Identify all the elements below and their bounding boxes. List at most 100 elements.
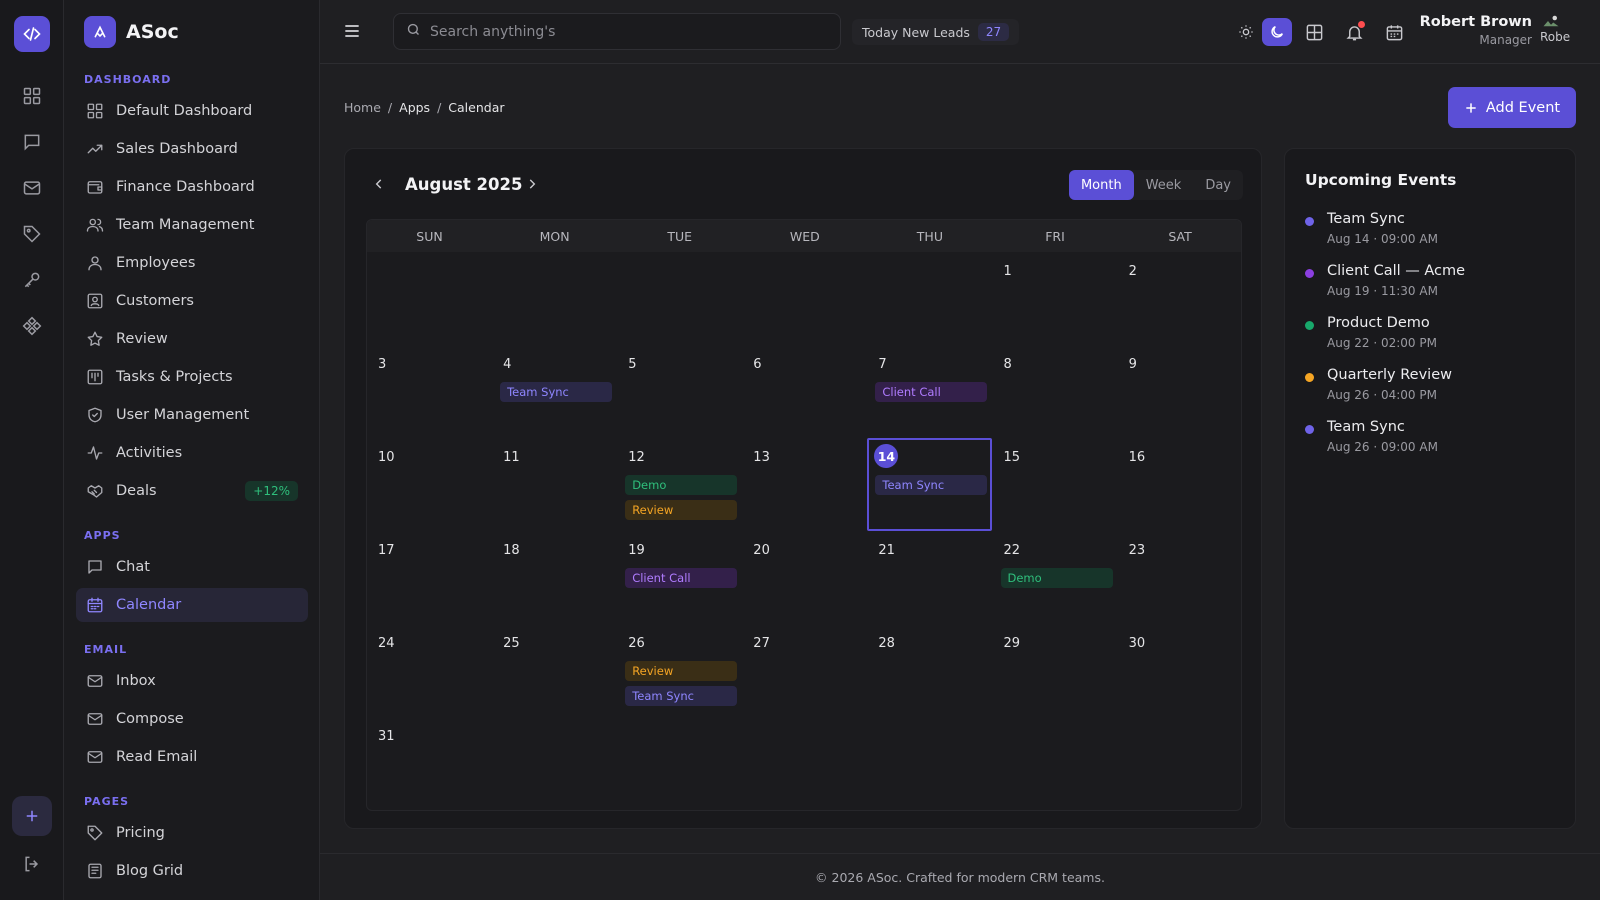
moon-icon[interactable] — [1262, 18, 1292, 46]
day-cell[interactable]: 5 — [617, 345, 742, 438]
day-cell[interactable]: 14 Team Sync — [867, 438, 993, 531]
calendar-event[interactable]: Review — [625, 661, 738, 681]
key-icon[interactable] — [20, 268, 44, 292]
chat-icon[interactable] — [20, 130, 44, 154]
upcoming-event-time: Aug 26 · 09:00 AM — [1327, 440, 1438, 454]
next-month-icon[interactable] — [523, 175, 541, 193]
view-month-button[interactable]: Month — [1068, 170, 1134, 200]
sidebar-item-default-dashboard[interactable]: Default Dashboard — [76, 94, 308, 128]
leads-count-badge: 27 — [977, 23, 1010, 41]
calendar-event[interactable]: Review — [625, 500, 738, 520]
day-cell[interactable]: 7 Client Call — [867, 345, 992, 438]
day-cell[interactable]: 10 — [367, 438, 492, 531]
day-cell[interactable]: 21 — [867, 531, 992, 624]
day-cell[interactable]: 4 Team Sync — [492, 345, 617, 438]
breadcrumb-apps[interactable]: Apps — [399, 100, 430, 115]
calendar-event[interactable]: Team Sync — [875, 475, 988, 495]
sidebar-item-label: Customers — [116, 293, 194, 309]
day-cell[interactable]: 9 — [1118, 345, 1241, 438]
tag-icon — [87, 825, 103, 841]
sidebar-item-inbox[interactable]: Inbox — [76, 664, 308, 698]
day-cell[interactable]: 18 — [492, 531, 617, 624]
sidebar-item-label: Tasks & Projects — [116, 369, 233, 385]
day-cell[interactable]: 24 — [367, 624, 492, 717]
today-new-leads[interactable]: Today New Leads 27 — [852, 19, 1020, 45]
sun-icon[interactable] — [1234, 20, 1258, 44]
sidebar-item-customers[interactable]: Customers — [76, 284, 308, 318]
day-cell[interactable]: 20 — [742, 531, 867, 624]
sidebar-item-chat[interactable]: Chat — [76, 550, 308, 584]
sidebar-item-label: Default Dashboard — [116, 103, 253, 119]
tag-icon[interactable] — [20, 222, 44, 246]
sidebar-item-activities[interactable]: Activities — [76, 436, 308, 470]
sidebar-item-compose[interactable]: Compose — [76, 702, 308, 736]
calendar-event[interactable]: Team Sync — [625, 686, 738, 706]
sidebar-item-user-management[interactable]: User Management — [76, 398, 308, 432]
chat-icon — [88, 560, 102, 574]
sidebar-item-calendar[interactable]: Calendar — [76, 588, 308, 622]
day-cell[interactable]: 22 Demo — [993, 531, 1118, 624]
search-icon — [406, 22, 421, 41]
day-number: 26 — [628, 636, 645, 651]
calendar-event[interactable]: Client Call — [875, 382, 988, 402]
day-cell[interactable]: 12 Demo Review — [617, 438, 742, 531]
day-cell[interactable]: 25 — [492, 624, 617, 717]
month-grid: SUN MON TUE WED THU FRI SAT 1 2 3 4 Team Sync 5 6 7 Cli… — [366, 219, 1242, 811]
grid-icon[interactable] — [20, 84, 44, 108]
day-cell[interactable]: 29 — [993, 624, 1118, 717]
day-cell[interactable]: 19 Client Call — [617, 531, 742, 624]
sidebar-item-deals[interactable]: Deals +12% — [76, 474, 308, 508]
day-cell[interactable]: 8 — [993, 345, 1118, 438]
day-cell[interactable]: 6 — [742, 345, 867, 438]
sidebar-item-blog-grid[interactable]: Blog Grid — [76, 854, 308, 888]
sidebar-item-team-management[interactable]: Team Management — [76, 208, 308, 242]
search-input[interactable] — [430, 23, 810, 40]
day-cell[interactable]: 30 — [1118, 624, 1241, 717]
menu-icon[interactable] — [342, 20, 362, 46]
breadcrumb-home[interactable]: Home — [344, 100, 381, 115]
sidebar-item-sales-dashboard[interactable]: Sales Dashboard — [76, 132, 308, 166]
day-cell[interactable]: 23 — [1118, 531, 1241, 624]
day-cell[interactable]: 17 — [367, 531, 492, 624]
sidebar-item-finance-dashboard[interactable]: Finance Dashboard — [76, 170, 308, 204]
section-title-apps: APPS — [84, 529, 121, 542]
day-cell[interactable]: 16 — [1118, 438, 1241, 531]
month-title: August 2025 — [405, 175, 523, 194]
avatar[interactable]: Robe — [1540, 14, 1578, 52]
view-day-button[interactable]: Day — [1193, 170, 1243, 200]
day-cell[interactable]: 31 — [367, 717, 492, 810]
calendar-icon[interactable] — [1382, 20, 1406, 44]
user-info[interactable]: Robert Brown Manager — [1420, 14, 1532, 47]
day-cell[interactable]: 2 — [1118, 252, 1241, 345]
search-box[interactable] — [393, 13, 841, 50]
day-cell[interactable]: 27 — [742, 624, 867, 717]
day-cell[interactable]: 13 — [742, 438, 867, 531]
day-cell[interactable]: 3 — [367, 345, 492, 438]
day-cell[interactable]: 26 Review Team Sync — [617, 624, 742, 717]
mail-icon[interactable] — [20, 176, 44, 200]
calendar-event[interactable]: Demo — [625, 475, 738, 495]
sidebar-item-read-email[interactable]: Read Email — [76, 740, 308, 774]
day-cell[interactable]: 11 — [492, 438, 617, 531]
brand[interactable]: ASoc — [84, 16, 179, 48]
calendar-event[interactable]: Team Sync — [500, 382, 613, 402]
components-icon[interactable] — [20, 314, 44, 338]
calendar-event[interactable]: Client Call — [625, 568, 738, 588]
day-cell[interactable]: 15 — [993, 438, 1118, 531]
day-cell[interactable]: 28 — [867, 624, 992, 717]
add-event-button[interactable]: Add Event — [1448, 87, 1576, 128]
add-icon[interactable] — [12, 796, 52, 836]
layout-icon[interactable] — [1302, 20, 1326, 44]
logout-icon[interactable] — [20, 852, 44, 876]
star-icon — [87, 331, 103, 346]
view-week-button[interactable]: Week — [1134, 170, 1194, 200]
prev-month-icon[interactable] — [370, 175, 388, 193]
bell-icon[interactable] — [1342, 20, 1366, 44]
calendar-event[interactable]: Demo — [1000, 568, 1113, 588]
code-logo-icon[interactable] — [14, 16, 50, 52]
sidebar-item-pricing[interactable]: Pricing — [76, 816, 308, 850]
sidebar-item-review[interactable]: Review — [76, 322, 308, 356]
day-cell[interactable]: 1 — [993, 252, 1118, 345]
sidebar-item-tasks-projects[interactable]: Tasks & Projects — [76, 360, 308, 394]
sidebar-item-employees[interactable]: Employees — [76, 246, 308, 280]
